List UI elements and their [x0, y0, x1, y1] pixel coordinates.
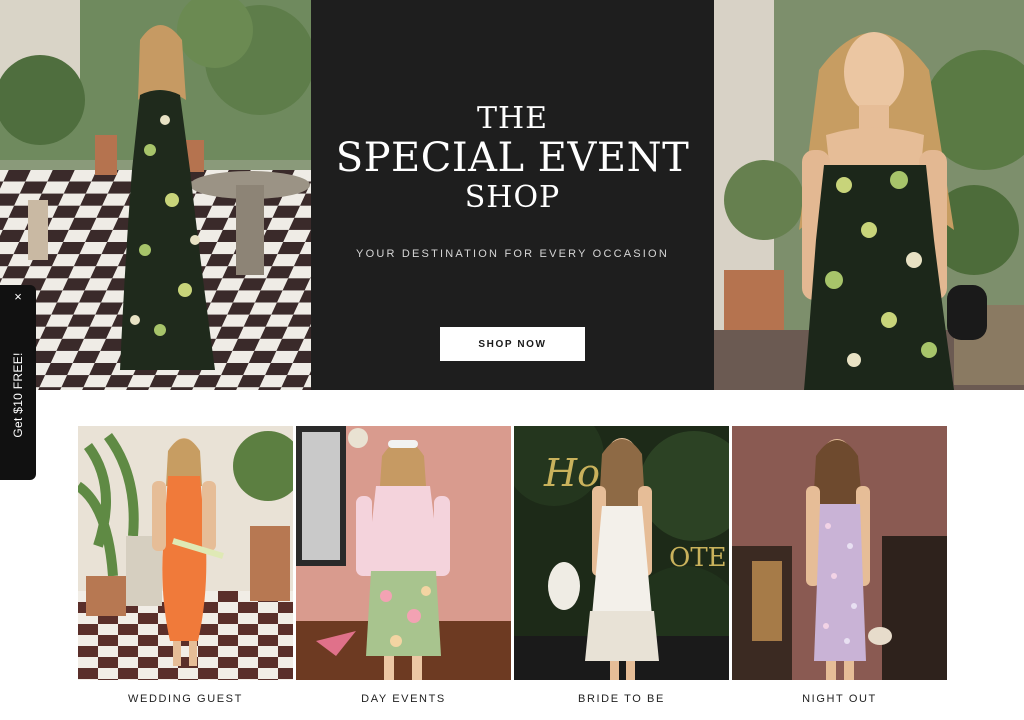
category-label[interactable]: DAY EVENTS — [296, 693, 511, 705]
shop-now-button[interactable]: SHOP NOW — [440, 327, 585, 361]
category-card-day-events[interactable]: DAY EVENTS — [296, 426, 511, 716]
category-label[interactable]: NIGHT OUT — [732, 693, 947, 705]
category-label[interactable]: BRIDE TO BE — [514, 693, 729, 705]
promo-tab[interactable]: × Get $10 FREE! — [0, 285, 36, 480]
svg-text:OTE: OTE — [669, 543, 727, 573]
hero-title-line-3: SHOP — [464, 180, 561, 215]
hero-title: THE SPECIAL EVENT SHOP — [311, 104, 714, 213]
hero-image-right[interactable] — [714, 0, 1024, 390]
category-card-night-out[interactable]: NIGHT OUT — [732, 426, 947, 716]
hero-title-line-2: SPECIAL EVENT — [335, 135, 690, 181]
hero-title-line-1: THE — [476, 101, 549, 136]
category-image-day-events[interactable] — [296, 426, 511, 680]
close-icon[interactable]: × — [0, 289, 36, 305]
category-grid: WEDDING GUEST DAY EVENTS Hot OTE BRIDE T… — [78, 426, 947, 716]
category-image-bride-to-be[interactable]: Hot OTE — [514, 426, 729, 680]
hero-text-panel: THE SPECIAL EVENT SHOP YOUR DESTINATION … — [311, 0, 714, 390]
hero-subtitle: YOUR DESTINATION FOR EVERY OCCASION — [356, 248, 669, 260]
category-label[interactable]: WEDDING GUEST — [78, 693, 293, 705]
promo-text[interactable]: Get $10 FREE! — [11, 352, 25, 437]
hero-image-left[interactable] — [0, 0, 311, 390]
category-image-wedding-guest[interactable] — [78, 426, 293, 680]
category-card-wedding-guest[interactable]: WEDDING GUEST — [78, 426, 293, 716]
category-image-night-out[interactable] — [732, 426, 947, 680]
category-card-bride-to-be[interactable]: Hot OTE BRIDE TO BE — [514, 426, 729, 716]
hero-banner: THE SPECIAL EVENT SHOP YOUR DESTINATION … — [0, 0, 1024, 390]
